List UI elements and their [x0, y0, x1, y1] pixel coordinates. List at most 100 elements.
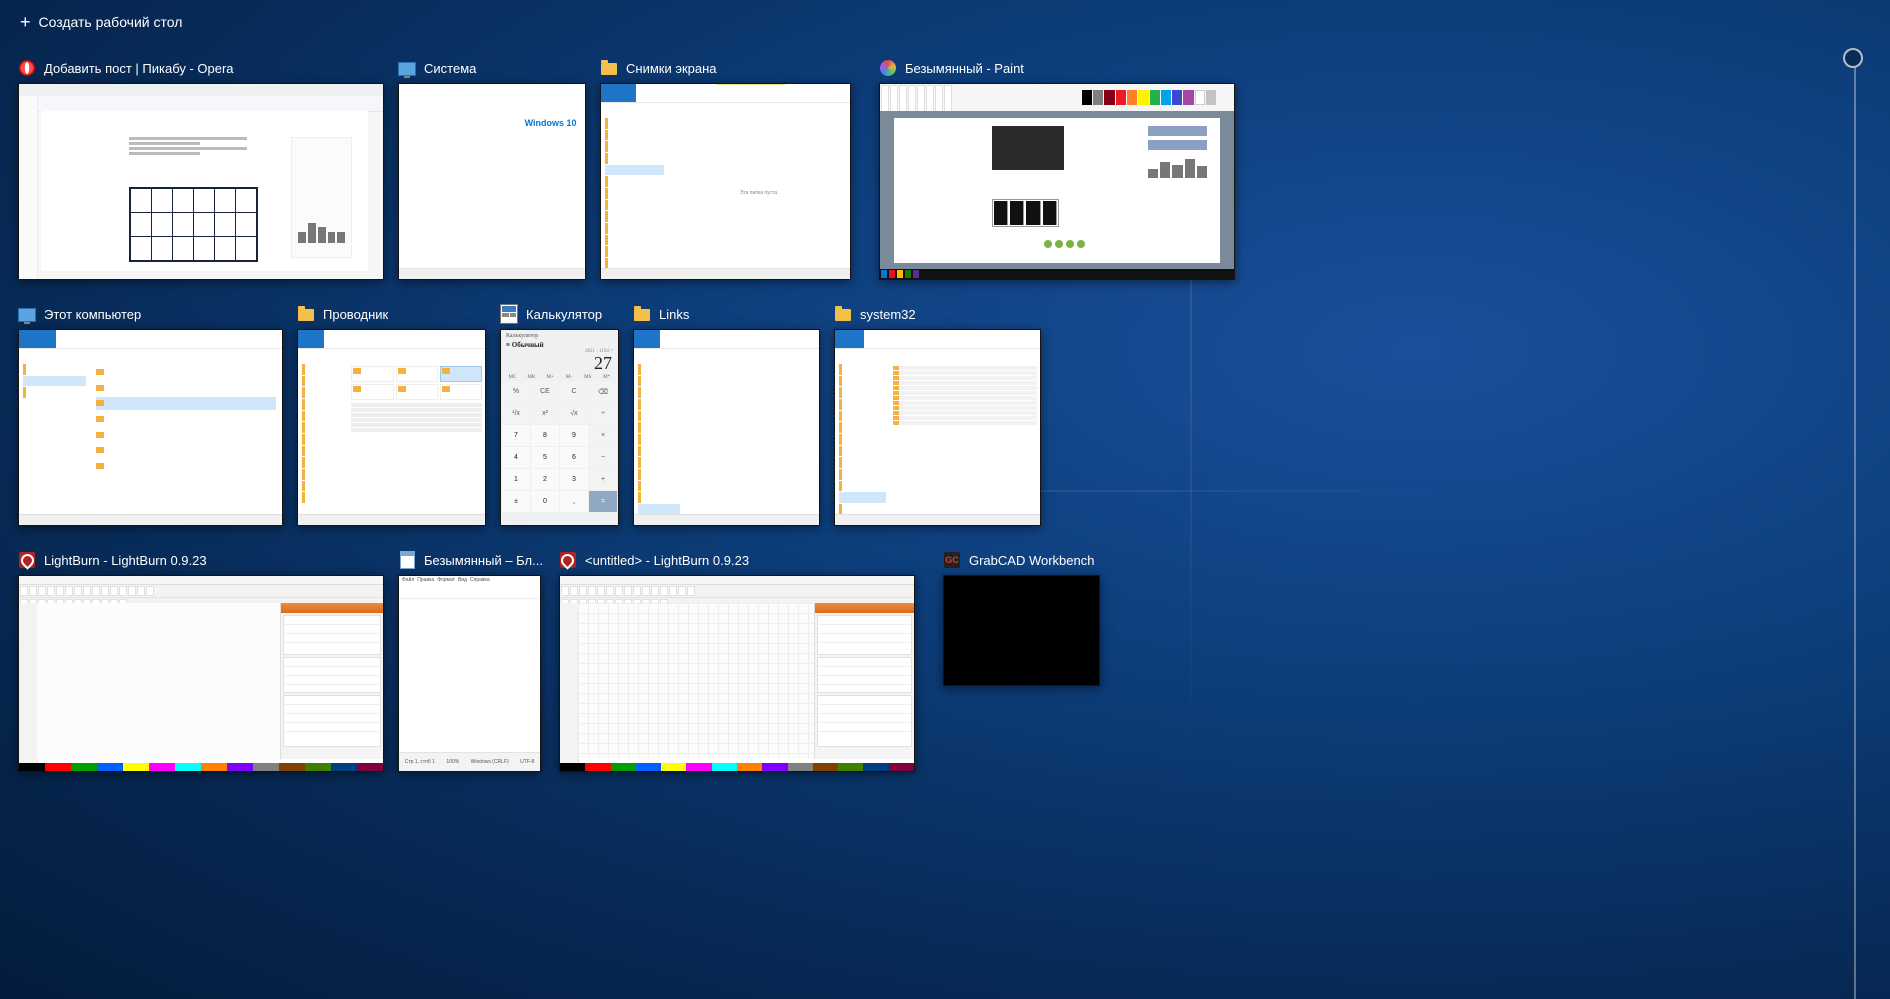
task-paint: Безымянный - Paint: [879, 56, 1235, 280]
task-header[interactable]: Проводник: [297, 302, 486, 329]
calc-key[interactable]: C: [560, 381, 588, 402]
monitor-icon: [398, 59, 416, 77]
calc-key[interactable]: 7: [502, 425, 530, 446]
grabcad-icon: GC: [943, 551, 961, 569]
task-title: GrabCAD Workbench: [969, 553, 1094, 568]
task-view-area: Добавить пост | Пикабу - Opera: [18, 56, 1820, 772]
explorer-preview: [835, 330, 1040, 525]
calc-key[interactable]: 8: [531, 425, 559, 446]
task-title: LightBurn - LightBurn 0.9.23: [44, 553, 207, 568]
timeline-scroll-handle[interactable]: [1843, 48, 1863, 68]
task-thumbnail[interactable]: ФайлПравкаФорматВидСправка Стр 1, стлб 1…: [398, 575, 541, 772]
calc-key[interactable]: x²: [531, 403, 559, 424]
lightburn-preview: [19, 576, 383, 771]
task-title: Безымянный – Бл...: [424, 553, 543, 568]
calc-key[interactable]: %: [502, 381, 530, 402]
task-header[interactable]: LightBurn - LightBurn 0.9.23: [18, 548, 384, 575]
task-title: Этот компьютер: [44, 307, 141, 322]
calc-key[interactable]: ⌫: [589, 381, 617, 402]
task-header[interactable]: Система: [398, 56, 586, 83]
calc-key[interactable]: 3: [560, 469, 588, 490]
calculator-preview: Калькулятор ≡ Обычный 2821 - 1194 = 27 M…: [501, 330, 618, 525]
task-header[interactable]: Безымянный - Paint: [879, 56, 1235, 83]
task-calculator: Калькулятор Калькулятор ≡ Обычный 2821 -…: [500, 302, 619, 526]
calc-key[interactable]: 5: [531, 447, 559, 468]
calc-key-equals[interactable]: =: [589, 491, 617, 512]
task-header[interactable]: Калькулятор: [500, 302, 619, 329]
task-row-1: Добавить пост | Пикабу - Opera: [18, 56, 1820, 280]
new-desktop-label: Создать рабочий стол: [39, 14, 183, 30]
calc-key[interactable]: 0: [531, 491, 559, 512]
task-lightburn-1: LightBurn - LightBurn 0.9.23: [18, 548, 384, 772]
task-title: Безымянный - Paint: [905, 61, 1024, 76]
task-header[interactable]: Безымянный – Бл...: [398, 548, 545, 575]
task-thumbnail[interactable]: [879, 83, 1235, 280]
task-thumbnail[interactable]: [297, 329, 486, 526]
system-preview: Windows 10: [399, 84, 585, 279]
empty-folder-text: Эта папка пуста.: [740, 191, 779, 196]
folder-icon: [600, 59, 618, 77]
calc-key[interactable]: −: [589, 447, 617, 468]
task-header[interactable]: <untitled> - LightBurn 0.9.23: [559, 548, 915, 575]
task-title: Снимки экрана: [626, 61, 717, 76]
windows10-logo: Windows 10: [525, 119, 577, 128]
task-thumbnail[interactable]: Windows 10: [398, 83, 586, 280]
task-thumbnail[interactable]: [633, 329, 820, 526]
grabcad-preview: [944, 576, 1099, 685]
calc-key[interactable]: ¹/x: [502, 403, 530, 424]
paint-preview: [880, 84, 1234, 279]
task-header[interactable]: Добавить пост | Пикабу - Opera: [18, 56, 384, 83]
calc-key[interactable]: 4: [502, 447, 530, 468]
task-header[interactable]: system32: [834, 302, 1041, 329]
task-links-folder: Links: [633, 302, 820, 526]
task-screenshots-folder: Снимки экрана Эта папка пуста.: [600, 56, 851, 280]
calc-key[interactable]: ±: [502, 491, 530, 512]
task-title: system32: [860, 307, 916, 322]
task-title: <untitled> - LightBurn 0.9.23: [585, 553, 749, 568]
task-header[interactable]: Links: [633, 302, 820, 329]
task-title: Калькулятор: [526, 307, 602, 322]
calc-key[interactable]: √x: [560, 403, 588, 424]
notepad-preview: ФайлПравкаФорматВидСправка Стр 1, стлб 1…: [399, 576, 540, 771]
task-header[interactable]: Этот компьютер: [18, 302, 283, 329]
task-thumbnail[interactable]: [559, 575, 915, 772]
notepad-icon: [398, 551, 416, 569]
paint-icon: [879, 59, 897, 77]
calc-key[interactable]: +: [589, 469, 617, 490]
calc-key[interactable]: 9: [560, 425, 588, 446]
lightburn-preview: [560, 576, 914, 771]
task-lightburn-2: <untitled> - LightBurn 0.9.23: [559, 548, 915, 772]
plus-icon: +: [20, 15, 31, 29]
calc-key[interactable]: CE: [531, 381, 559, 402]
task-thumbnail[interactable]: Эта папка пуста.: [600, 83, 851, 280]
calc-display: 27: [501, 354, 618, 375]
task-thumbnail[interactable]: [18, 575, 384, 772]
task-header[interactable]: Снимки экрана: [600, 56, 851, 83]
task-title: Проводник: [323, 307, 388, 322]
task-opera: Добавить пост | Пикабу - Opera: [18, 56, 384, 280]
task-thumbnail[interactable]: [18, 329, 283, 526]
calc-key[interactable]: ×: [589, 425, 617, 446]
calc-key[interactable]: 6: [560, 447, 588, 468]
calc-key[interactable]: ,: [560, 491, 588, 512]
calc-key[interactable]: 2: [531, 469, 559, 490]
task-explorer: Проводник: [297, 302, 486, 526]
task-title: Links: [659, 307, 689, 322]
task-thumbnail[interactable]: [18, 83, 384, 280]
calc-key[interactable]: 1: [502, 469, 530, 490]
opera-preview: [19, 84, 383, 279]
explorer-preview: [19, 330, 282, 525]
timeline-scroll-rail[interactable]: [1854, 54, 1856, 999]
calc-memory-row: MCMRM+M-MSM*: [501, 375, 618, 380]
calc-key[interactable]: ÷: [589, 403, 617, 424]
task-system: Система Windows 10: [398, 56, 586, 280]
new-desktop-button[interactable]: + Создать рабочий стол: [20, 14, 182, 30]
explorer-preview: [298, 330, 485, 525]
task-thumbnail[interactable]: [943, 575, 1100, 686]
calc-keypad: % CE C ⌫ ¹/x x² √x ÷ 7 8 9 × 4 5: [501, 380, 618, 513]
task-thumbnail[interactable]: [834, 329, 1041, 526]
task-thumbnail[interactable]: Калькулятор ≡ Обычный 2821 - 1194 = 27 M…: [500, 329, 619, 526]
task-title: Добавить пост | Пикабу - Opera: [44, 61, 234, 76]
task-header[interactable]: GC GrabCAD Workbench: [943, 548, 1100, 575]
lightburn-icon: [559, 551, 577, 569]
